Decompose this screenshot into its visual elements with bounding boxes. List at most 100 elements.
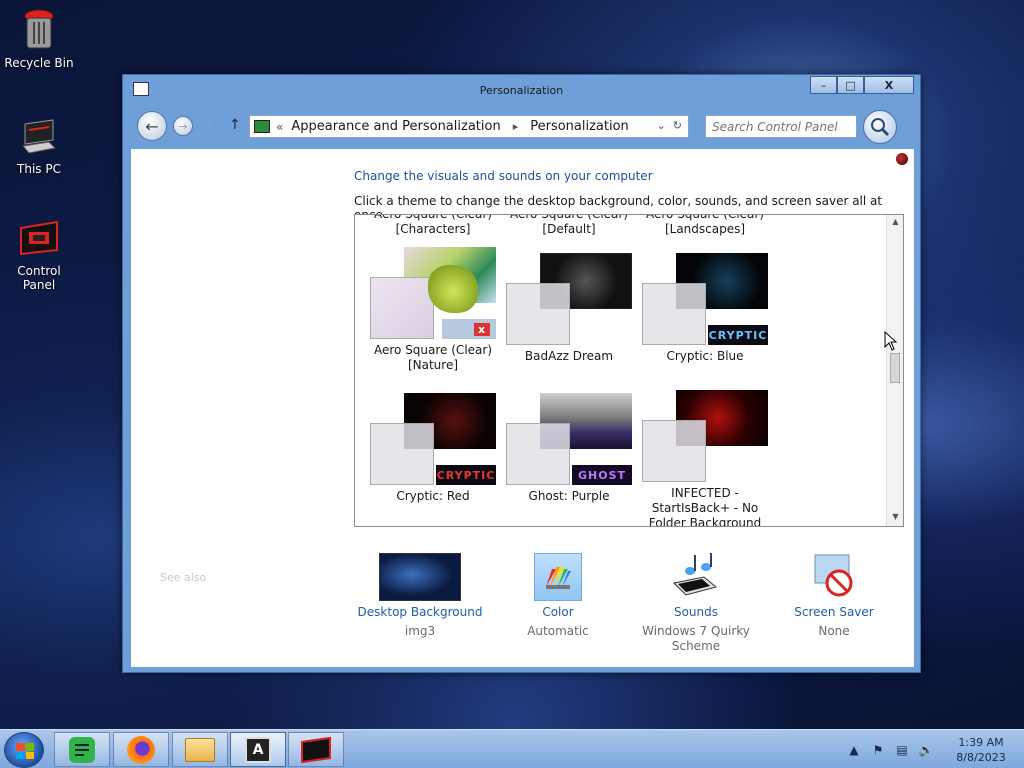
taskbar-app-firefox[interactable] — [113, 732, 169, 767]
theme-infected[interactable]: INFECTED - StartIsBack+ - No Folder Back… — [637, 390, 773, 527]
sounds-value: Windows 7 Quirky — [642, 624, 750, 638]
address-dropdown-refresh[interactable]: ⌄ ↻ — [657, 119, 682, 132]
scroll-up-arrow[interactable]: ▲ — [887, 217, 903, 231]
color-palette-icon — [534, 553, 582, 601]
scroll-down-arrow[interactable]: ▼ — [887, 512, 903, 526]
close-button[interactable]: X — [864, 76, 914, 94]
show-hidden-icons-button[interactable]: ▲ — [845, 741, 863, 759]
theme-cryptic-red[interactable]: CRYPTIC Cryptic: Red — [365, 393, 501, 504]
theme-list-scrollbar[interactable]: ▲ ▼ — [886, 215, 903, 526]
taskbar-app-control-panel[interactable] — [288, 732, 344, 767]
back-button[interactable]: ← — [137, 111, 167, 141]
network-icon[interactable]: ▤ — [893, 741, 911, 759]
screen-saver-setting[interactable]: Screen Saver None — [771, 547, 897, 639]
theme-name: Aero Square (Clear) — [373, 343, 492, 357]
theme-badazz-dream[interactable]: BadAzz Dream — [501, 253, 637, 364]
desktop-background-link[interactable]: Desktop Background — [357, 605, 483, 620]
theme-glass-swatch — [370, 277, 434, 339]
clock[interactable]: 1:39 AM 8/8/2023 — [946, 735, 1016, 765]
theme-aero-nature[interactable]: x Aero Square (Clear) [Nature] — [365, 247, 501, 373]
window-title: Personalization — [479, 84, 564, 97]
navigation-bar: ← → ⌄ ↑ « Appearance and Personalization… — [131, 107, 912, 147]
search-input[interactable] — [706, 116, 856, 137]
up-button[interactable]: ↑ — [229, 117, 241, 133]
control-panel-icon — [301, 736, 331, 763]
computer-icon — [17, 114, 61, 158]
address-bar[interactable]: « Appearance and Personalization ▸ Perso… — [249, 115, 689, 138]
desktop-icon-label: Recycle Bin — [4, 56, 74, 70]
leaf-image — [428, 265, 478, 313]
content-pane: Change the visuals and sounds on your co… — [131, 149, 914, 667]
taskbar-app-notes[interactable] — [54, 732, 110, 767]
theme-tag: GHOST — [572, 465, 632, 485]
scroll-thumb[interactable] — [890, 353, 900, 383]
title-bar[interactable]: Personalization – □ X — [123, 75, 920, 105]
theme-name: Cryptic: Red — [396, 489, 470, 503]
notes-app-icon — [69, 736, 95, 763]
theme-glass-swatch — [506, 423, 570, 485]
color-link[interactable]: Color — [495, 605, 621, 620]
personalization-window: Personalization – □ X ← → ⌄ ↑ « Appearan… — [122, 74, 921, 673]
arrow-left-icon: ← — [145, 116, 159, 136]
desktop-background-setting[interactable]: Desktop Background img3 — [357, 547, 483, 639]
windows-logo-icon — [16, 743, 34, 759]
minimize-button[interactable]: – — [810, 76, 837, 94]
theme-cryptic-blue[interactable]: CRYPTIC Cryptic: Blue — [637, 253, 773, 364]
theme-aero-characters[interactable]: Aero Square (Clear) [Characters] — [365, 215, 501, 237]
taskbar-app-active[interactable]: A — [230, 732, 286, 767]
maximize-button[interactable]: □ — [837, 76, 864, 94]
magnifier-icon — [871, 118, 890, 137]
search-box[interactable] — [705, 115, 857, 138]
screen-saver-link[interactable]: Screen Saver — [771, 605, 897, 620]
breadcrumb-separator[interactable]: ▸ — [513, 120, 519, 133]
flag-icon[interactable]: ⚑ — [869, 741, 887, 759]
theme-list: Aero Square (Clear) [Characters] Aero Sq… — [354, 214, 904, 527]
theme-glass-swatch — [370, 423, 434, 485]
clock-time: 1:39 AM — [958, 735, 1004, 749]
forward-button[interactable]: → — [173, 116, 193, 136]
theme-name-2: [Default] — [542, 222, 596, 236]
taskbar: A ▲ ⚑ ▤ 🔈 1:39 AM 8/8/2023 — [0, 729, 1024, 768]
volume-icon[interactable]: 🔈 — [917, 741, 935, 759]
folder-icon — [185, 737, 215, 762]
color-setting[interactable]: Color Automatic — [495, 547, 621, 639]
theme-name: Aero Square (Clear) — [645, 214, 764, 221]
breadcrumb-appearance[interactable]: Appearance and Personalization — [291, 119, 500, 134]
theme-ghost-purple[interactable]: GHOST Ghost: Purple — [501, 393, 637, 504]
theme-name: INFECTED - — [671, 486, 739, 500]
search-button[interactable] — [863, 110, 897, 144]
theme-name-3: Folder Background — [648, 516, 762, 527]
see-also-label: See also — [160, 571, 207, 584]
firefox-icon — [127, 735, 155, 764]
theme-glass-swatch — [642, 283, 706, 345]
taskbar-app-file-explorer[interactable] — [172, 732, 228, 767]
chevron-down-icon: ⌄ — [205, 119, 214, 130]
desktop-icon-label: Control Panel — [17, 264, 61, 292]
theme-aero-landscapes[interactable]: Aero Square (Clear) [Landscapes] — [637, 214, 773, 237]
theme-name-2: [Characters] — [395, 222, 471, 236]
theme-tag: CRYPTIC — [708, 325, 768, 345]
chevron-down-icon[interactable]: ⌄ — [657, 119, 666, 132]
desktop-icon-recycle-bin[interactable]: Recycle Bin — [0, 8, 78, 70]
theme-aero-default[interactable]: Aero Square (Clear) [Default] — [501, 215, 637, 237]
color-value: Automatic — [527, 624, 589, 638]
address-overflow[interactable]: « — [276, 120, 283, 134]
theme-preview — [506, 253, 632, 345]
sounds-link[interactable]: Sounds — [633, 605, 759, 620]
refresh-icon[interactable]: ↻ — [673, 119, 682, 132]
desktop-icon-this-pc[interactable]: This PC — [0, 114, 78, 176]
theme-name: BadAzz Dream — [524, 349, 614, 363]
help-icon[interactable] — [896, 153, 908, 165]
sounds-setting[interactable]: Sounds Windows 7 Quirky Scheme — [633, 547, 759, 654]
theme-preview: CRYPTIC — [370, 393, 496, 485]
arrow-right-icon: → — [178, 119, 188, 133]
desktop-icon-control-panel[interactable]: Control Panel — [0, 216, 78, 292]
theme-preview: x — [370, 247, 496, 339]
breadcrumb-personalization[interactable]: Personalization — [530, 119, 629, 134]
window-preview-swatch: x — [442, 319, 496, 339]
theme-name-2: StartIsBack+ - No — [651, 501, 759, 515]
page-heading: Change the visuals and sounds on your co… — [354, 169, 653, 183]
arrow-up-icon: ↑ — [229, 117, 241, 133]
start-button[interactable] — [4, 732, 44, 768]
recent-locations-button[interactable]: ⌄ — [205, 119, 213, 130]
